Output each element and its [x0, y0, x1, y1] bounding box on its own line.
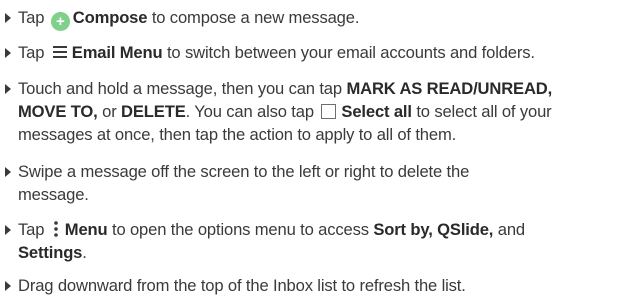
line: MOVE TO, or DELETE. You can also tap Sel…	[18, 100, 623, 123]
list-item-text: Swipe a message off the screen to the le…	[18, 160, 623, 206]
compose-plus-icon: +	[50, 12, 70, 31]
line: Swipe a message off the screen to the le…	[18, 160, 623, 183]
text-span: . You can also tap	[185, 102, 314, 121]
text-span: to select all of your	[416, 102, 552, 121]
list-item-text: Tap Menu to open the options menu to acc…	[18, 218, 623, 264]
settings-label: Settings	[18, 243, 83, 262]
bullet-arrow-icon	[5, 281, 11, 291]
text-span: Touch and hold a message, then you can t…	[18, 79, 342, 98]
text-span: Tap	[18, 43, 45, 62]
text-span: .	[82, 243, 87, 262]
move-to-label: MOVE TO,	[18, 102, 98, 121]
text-span: messages at once, then tap the action to…	[18, 125, 457, 144]
text-span: and	[497, 220, 525, 239]
delete-label: DELETE	[121, 102, 186, 121]
text-span: to open the options menu to access	[111, 220, 369, 239]
bullet-arrow-icon	[5, 84, 11, 94]
bullet-arrow-icon	[5, 48, 11, 58]
sort-qslide-label: Sort by, QSlide,	[373, 220, 494, 239]
email-menu-label: Email Menu	[71, 43, 163, 62]
bullet-arrow-icon	[5, 13, 11, 23]
text-span: to compose a new message.	[151, 8, 360, 27]
text-span: or	[102, 102, 117, 121]
instruction-list: Tap + Compose to compose a new message. T…	[0, 0, 627, 295]
mark-read-label: MARK AS READ/UNREAD,	[346, 79, 553, 98]
line: Touch and hold a message, then you can t…	[18, 77, 623, 100]
line: Settings.	[18, 241, 623, 264]
line: message.	[18, 183, 623, 206]
menu-label: Menu	[64, 220, 108, 239]
line: Tap Menu to open the options menu to acc…	[18, 218, 623, 241]
list-item-text: Tap + Compose to compose a new message.	[18, 6, 623, 31]
line: messages at once, then tap the action to…	[18, 123, 623, 146]
text-span: to switch between your email accounts an…	[166, 43, 535, 62]
text-span: Swipe a message off the screen to the le…	[18, 162, 470, 181]
hamburger-menu-icon	[52, 46, 67, 58]
text-span: Tap	[18, 8, 45, 27]
checkbox-icon	[321, 104, 337, 119]
select-all-label: Select all	[341, 102, 412, 121]
text-span: Tap	[18, 220, 45, 239]
text-span: Drag downward from the top of the Inbox …	[18, 276, 466, 295]
bullet-arrow-icon	[5, 225, 11, 235]
list-item-text: Touch and hold a message, then you can t…	[18, 77, 623, 146]
bullet-arrow-icon	[5, 167, 11, 177]
list-item-text: Tap Email Menu to switch between your em…	[18, 41, 623, 64]
text-span: message.	[18, 185, 89, 204]
vertical-dots-menu-icon	[53, 221, 58, 237]
compose-label: Compose	[72, 8, 148, 27]
list-item-text: Drag downward from the top of the Inbox …	[18, 274, 623, 297]
